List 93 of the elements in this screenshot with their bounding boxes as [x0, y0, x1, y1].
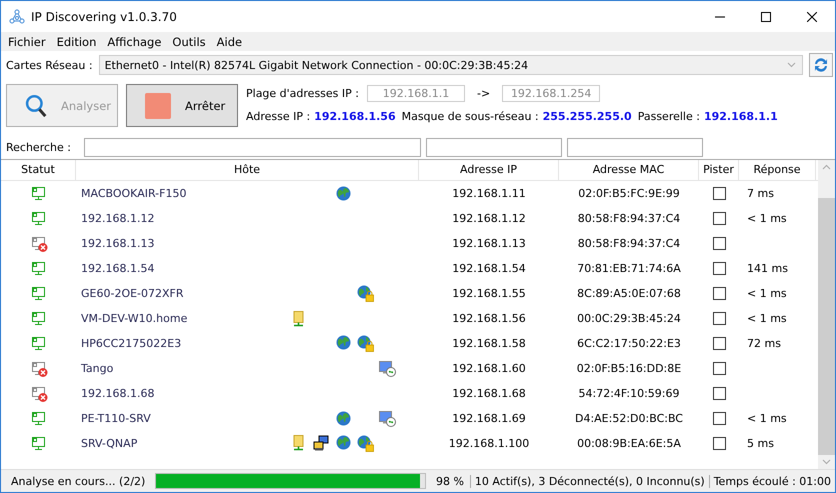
column-header[interactable]: Statut	[1, 160, 76, 180]
maximize-icon[interactable]	[761, 12, 771, 22]
mac-address: 6C:C2:17:50:22:E3	[577, 337, 681, 350]
ip-address: 192.168.1.56	[452, 312, 526, 325]
column-header[interactable]: Hôte	[76, 160, 419, 180]
ip-address: 192.168.1.100	[448, 437, 530, 450]
range-arrow: ->	[477, 87, 490, 100]
scrollbar[interactable]	[818, 160, 835, 469]
mac-address: 02:0F:B5:16:DD:8E	[576, 362, 682, 375]
info-label: Masque de sous-réseau :	[402, 110, 539, 123]
response-time: 72 ms	[747, 337, 781, 350]
close-icon[interactable]	[807, 12, 817, 22]
info-label: Passerelle :	[638, 110, 700, 123]
host-name: MACBOOKAIR-F150	[81, 187, 188, 200]
ip-address: 192.168.1.69	[452, 412, 526, 425]
refresh-button[interactable]	[809, 53, 833, 77]
track-checkbox[interactable]	[712, 262, 726, 275]
host-name: PE-T110-SRV	[81, 412, 152, 425]
scroll-thumb[interactable]	[818, 198, 835, 455]
info-value: 192.168.1.1	[704, 110, 778, 123]
search-field[interactable]	[84, 138, 421, 156]
network-card-dropdown[interactable]: Ethernet0 - Intel(R) 82574L Gigabit Network Connection - 00:0C:29:3B:45:24	[98, 55, 803, 75]
column-header[interactable]: Réponse	[739, 160, 816, 180]
response-time: 7 ms	[747, 187, 774, 200]
range-end-field[interactable]: 192.168.1.254	[502, 85, 600, 102]
response-time: < 1 ms	[747, 212, 787, 225]
menu-item[interactable]: Outils	[168, 34, 213, 48]
track-checkbox[interactable]	[712, 237, 726, 250]
ip-address: 192.168.1.68	[452, 387, 526, 400]
host-name: SRV-QNAP	[81, 437, 138, 450]
ip-filter-field[interactable]	[426, 138, 562, 156]
track-checkbox[interactable]	[712, 337, 726, 350]
ip-address: 192.168.1.13	[452, 237, 526, 250]
mac-address: 80:58:F8:94:37:C4	[578, 237, 680, 250]
host-name: VM-DEV-W10.home	[81, 312, 188, 325]
column-header[interactable]: Pister	[699, 160, 739, 180]
stop-button[interactable]: Arrêter	[126, 84, 238, 127]
host-counts: 10 Actif(s), 3 Déconnecté(s), 0 Inconnu(s)	[470, 474, 709, 488]
info-value: 192.168.1.56	[314, 110, 396, 123]
range-label: Plage d'adresses IP :	[246, 87, 359, 100]
response-time: < 1 ms	[747, 412, 787, 425]
network-nodes-icon	[9, 8, 25, 24]
response-time: < 1 ms	[747, 312, 787, 325]
host-name: 192.168.1.12	[81, 212, 156, 225]
menu-item[interactable]: Affichage	[103, 34, 168, 48]
info-label: Adresse IP :	[246, 110, 310, 123]
progress-percent: 98 %	[434, 474, 465, 488]
track-checkbox[interactable]	[712, 362, 726, 375]
window-title: IP Discovering v1.0.3.70	[31, 10, 177, 24]
host-name: 192.168.1.13	[81, 237, 156, 250]
mac-address: 70:81:EB:71:74:6A	[577, 262, 681, 275]
mac-address: 02:0F:B5:FC:9E:99	[578, 187, 680, 200]
response-time: 5 ms	[747, 437, 774, 450]
track-checkbox[interactable]	[712, 312, 726, 325]
elapsed-time: Temps écoulé : 01:00	[708, 474, 835, 488]
column-header[interactable]: Adresse MAC	[559, 160, 699, 180]
host-name: 192.168.1.68	[81, 387, 156, 400]
track-checkbox[interactable]	[712, 412, 726, 425]
host-name: HP6CC2175022E3	[81, 337, 182, 350]
mac-filter-field[interactable]	[566, 138, 703, 156]
mac-address: 00:0C:29:3B:45:24	[577, 312, 681, 325]
host-name: GE60-2OE-072XFR	[81, 287, 185, 300]
search-label: Recherche :	[6, 140, 71, 154]
mac-address: 8C:89:A5:0E:07:68	[577, 287, 681, 300]
mac-address: 54:72:4F:10:59:69	[578, 387, 680, 400]
mac-address: D4:AE:52:D0:BC:BC	[574, 412, 683, 425]
ip-address: 192.168.1.55	[452, 287, 526, 300]
ip-address: 192.168.1.12	[452, 212, 526, 225]
menu-item[interactable]: Fichier	[4, 34, 53, 48]
response-time: < 1 ms	[747, 287, 787, 300]
ip-address: 192.168.1.11	[452, 187, 526, 200]
ip-address: 192.168.1.60	[452, 362, 526, 375]
host-name: 192.168.1.54	[81, 262, 156, 275]
track-checkbox[interactable]	[712, 437, 726, 450]
mac-address: 00:08:9B:EA:6E:5A	[577, 437, 681, 450]
track-checkbox[interactable]	[712, 287, 726, 300]
mac-address: 80:58:F8:94:37:C4	[578, 212, 680, 225]
range-start-field[interactable]: 192.168.1.1	[367, 85, 465, 102]
menu-item[interactable]: Aide	[212, 34, 250, 48]
info-value: 255.255.255.0	[542, 110, 632, 123]
host-name: Tango	[81, 362, 114, 375]
field-label: Cartes Réseau :	[6, 58, 93, 72]
track-checkbox[interactable]	[712, 387, 726, 400]
status-message: Analyse en cours... (2/2)	[10, 474, 146, 488]
stop-icon	[145, 92, 171, 118]
menu-item[interactable]: Edition	[52, 34, 104, 48]
ip-address: 192.168.1.54	[452, 262, 526, 275]
ip-address: 192.168.1.58	[452, 337, 526, 350]
track-checkbox[interactable]	[712, 187, 726, 200]
track-checkbox[interactable]	[712, 212, 726, 225]
column-header[interactable]: Adresse IP	[419, 160, 559, 180]
response-time: 141 ms	[747, 262, 788, 275]
refresh-icon	[812, 56, 830, 74]
